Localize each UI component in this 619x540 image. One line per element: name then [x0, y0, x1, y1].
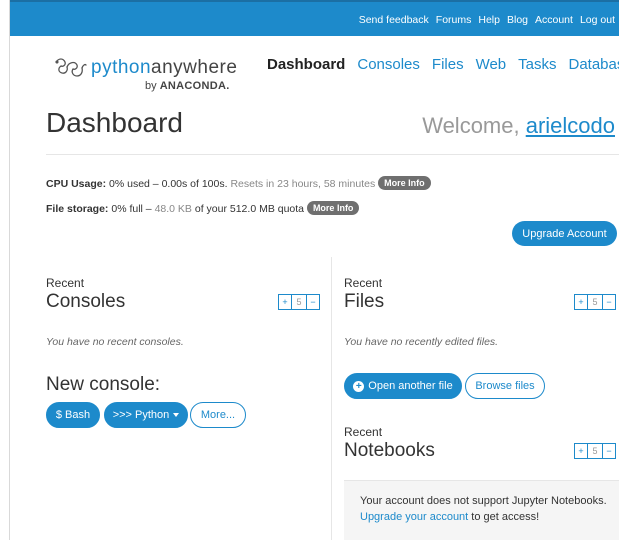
more-consoles-button[interactable]: More...	[190, 402, 246, 428]
files-empty-message: You have no recently edited files.	[344, 336, 499, 348]
logo-word-anywhere: anywhere	[151, 57, 238, 78]
logo-word-python: python	[91, 57, 152, 78]
logo-by-company: ANACONDA.	[159, 80, 230, 92]
consoles-count-stepper: + 5 −	[278, 294, 320, 310]
notebooks-upgrade-notice: Your account does not support Jupyter No…	[344, 480, 619, 540]
page-title: Dashboard	[46, 107, 183, 138]
open-another-file-button[interactable]: + Open another file	[344, 373, 462, 399]
open-another-file-label: Open another file	[368, 380, 453, 392]
consoles-recent-label: Recent	[46, 276, 85, 290]
python-console-label: >>> Python	[112, 409, 170, 421]
notebooks-recent-label: Recent	[344, 425, 383, 439]
pythonanywhere-logo[interactable]: pythonanywhere by ANACONDA.	[53, 56, 243, 96]
file-storage-amount: 48.0 KB	[154, 203, 192, 215]
cpu-usage-label: CPU Usage:	[46, 178, 107, 190]
upgrade-your-account-link[interactable]: Upgrade your account	[360, 511, 468, 523]
chevron-down-icon	[173, 413, 180, 417]
logo-wordmark: pythonanywhere	[91, 57, 237, 79]
plus-icon: +	[353, 380, 365, 392]
file-storage-label: File storage:	[46, 203, 109, 215]
welcome-prefix: Welcome,	[422, 113, 526, 138]
username-link[interactable]: arielcodo	[526, 113, 615, 138]
nav-web[interactable]: Web	[476, 56, 507, 73]
consoles-count-value: 5	[292, 294, 306, 310]
cpu-usage-line: CPU Usage: 0% used – 0.00s of 100s. Rese…	[46, 176, 431, 190]
python-console-dropdown[interactable]: >>> Python	[104, 402, 188, 428]
logo-by-text: by	[145, 80, 157, 92]
file-storage-prefix: 0% full –	[111, 203, 152, 215]
nav-consoles[interactable]: Consoles	[357, 56, 420, 73]
logout-link[interactable]: Log out	[580, 14, 615, 26]
notebooks-count-value: 5	[588, 443, 602, 459]
account-link[interactable]: Account	[535, 14, 573, 26]
nav-dashboard[interactable]: Dashboard	[267, 56, 345, 73]
more-consoles-label: More...	[200, 409, 236, 421]
upgrade-account-button[interactable]: Upgrade Account	[512, 221, 617, 246]
consoles-section-title: Consoles	[46, 291, 126, 312]
blog-link[interactable]: Blog	[507, 14, 528, 26]
files-decrease-button[interactable]: −	[602, 294, 616, 310]
files-recent-label: Recent	[344, 276, 383, 290]
main-nav: Dashboard Consoles Files Web Tasks Datab…	[267, 56, 619, 73]
top-bar: Send feedback Forums Help Blog Account L…	[10, 0, 619, 36]
bash-console-button[interactable]: $ Bash	[46, 402, 100, 428]
help-link[interactable]: Help	[478, 14, 500, 26]
consoles-empty-message: You have no recent consoles.	[46, 336, 184, 348]
nav-tasks[interactable]: Tasks	[518, 56, 556, 73]
header-divider	[46, 154, 619, 155]
consoles-decrease-button[interactable]: −	[306, 294, 320, 310]
nav-databases[interactable]: Databases	[569, 56, 619, 73]
files-count-stepper: + 5 −	[574, 294, 616, 310]
notice-prefix: Your account does not support Jupyter No…	[360, 495, 607, 507]
new-console-heading: New console:	[46, 374, 161, 395]
browse-files-button[interactable]: Browse files	[465, 373, 545, 399]
forums-link[interactable]: Forums	[436, 14, 472, 26]
notebooks-count-stepper: + 5 −	[574, 443, 616, 459]
cpu-usage-value: 0% used – 0.00s of 100s.	[109, 178, 228, 190]
file-storage-suffix: of your 512.0 MB quota	[194, 203, 305, 215]
window-left-edge	[0, 0, 10, 540]
files-count-value: 5	[588, 294, 602, 310]
bash-console-label: $ Bash	[55, 409, 91, 421]
browse-files-label: Browse files	[475, 380, 535, 392]
welcome-message: Welcome, arielcodo	[422, 113, 615, 139]
notebooks-increase-button[interactable]: +	[574, 443, 588, 459]
logo-byline: by ANACONDA.	[145, 80, 230, 92]
files-increase-button[interactable]: +	[574, 294, 588, 310]
python-snake-logo-icon	[55, 58, 87, 77]
cpu-more-info-button[interactable]: More Info	[378, 176, 431, 190]
consoles-increase-button[interactable]: +	[278, 294, 292, 310]
column-divider	[331, 257, 332, 540]
notebooks-decrease-button[interactable]: −	[602, 443, 616, 459]
files-section-title: Files	[344, 291, 385, 312]
top-links: Send feedback Forums Help Blog Account L…	[359, 14, 615, 26]
cpu-reset-text: Resets in 23 hours, 58 minutes	[230, 178, 376, 190]
file-more-info-button[interactable]: More Info	[306, 201, 360, 215]
nav-files[interactable]: Files	[432, 56, 464, 73]
notice-suffix: to get access!	[471, 511, 540, 523]
notebooks-section-title: Notebooks	[344, 440, 435, 461]
send-feedback-link[interactable]: Send feedback	[359, 14, 429, 26]
file-storage-line: File storage: 0% full – 48.0 KB of your …	[46, 201, 360, 215]
